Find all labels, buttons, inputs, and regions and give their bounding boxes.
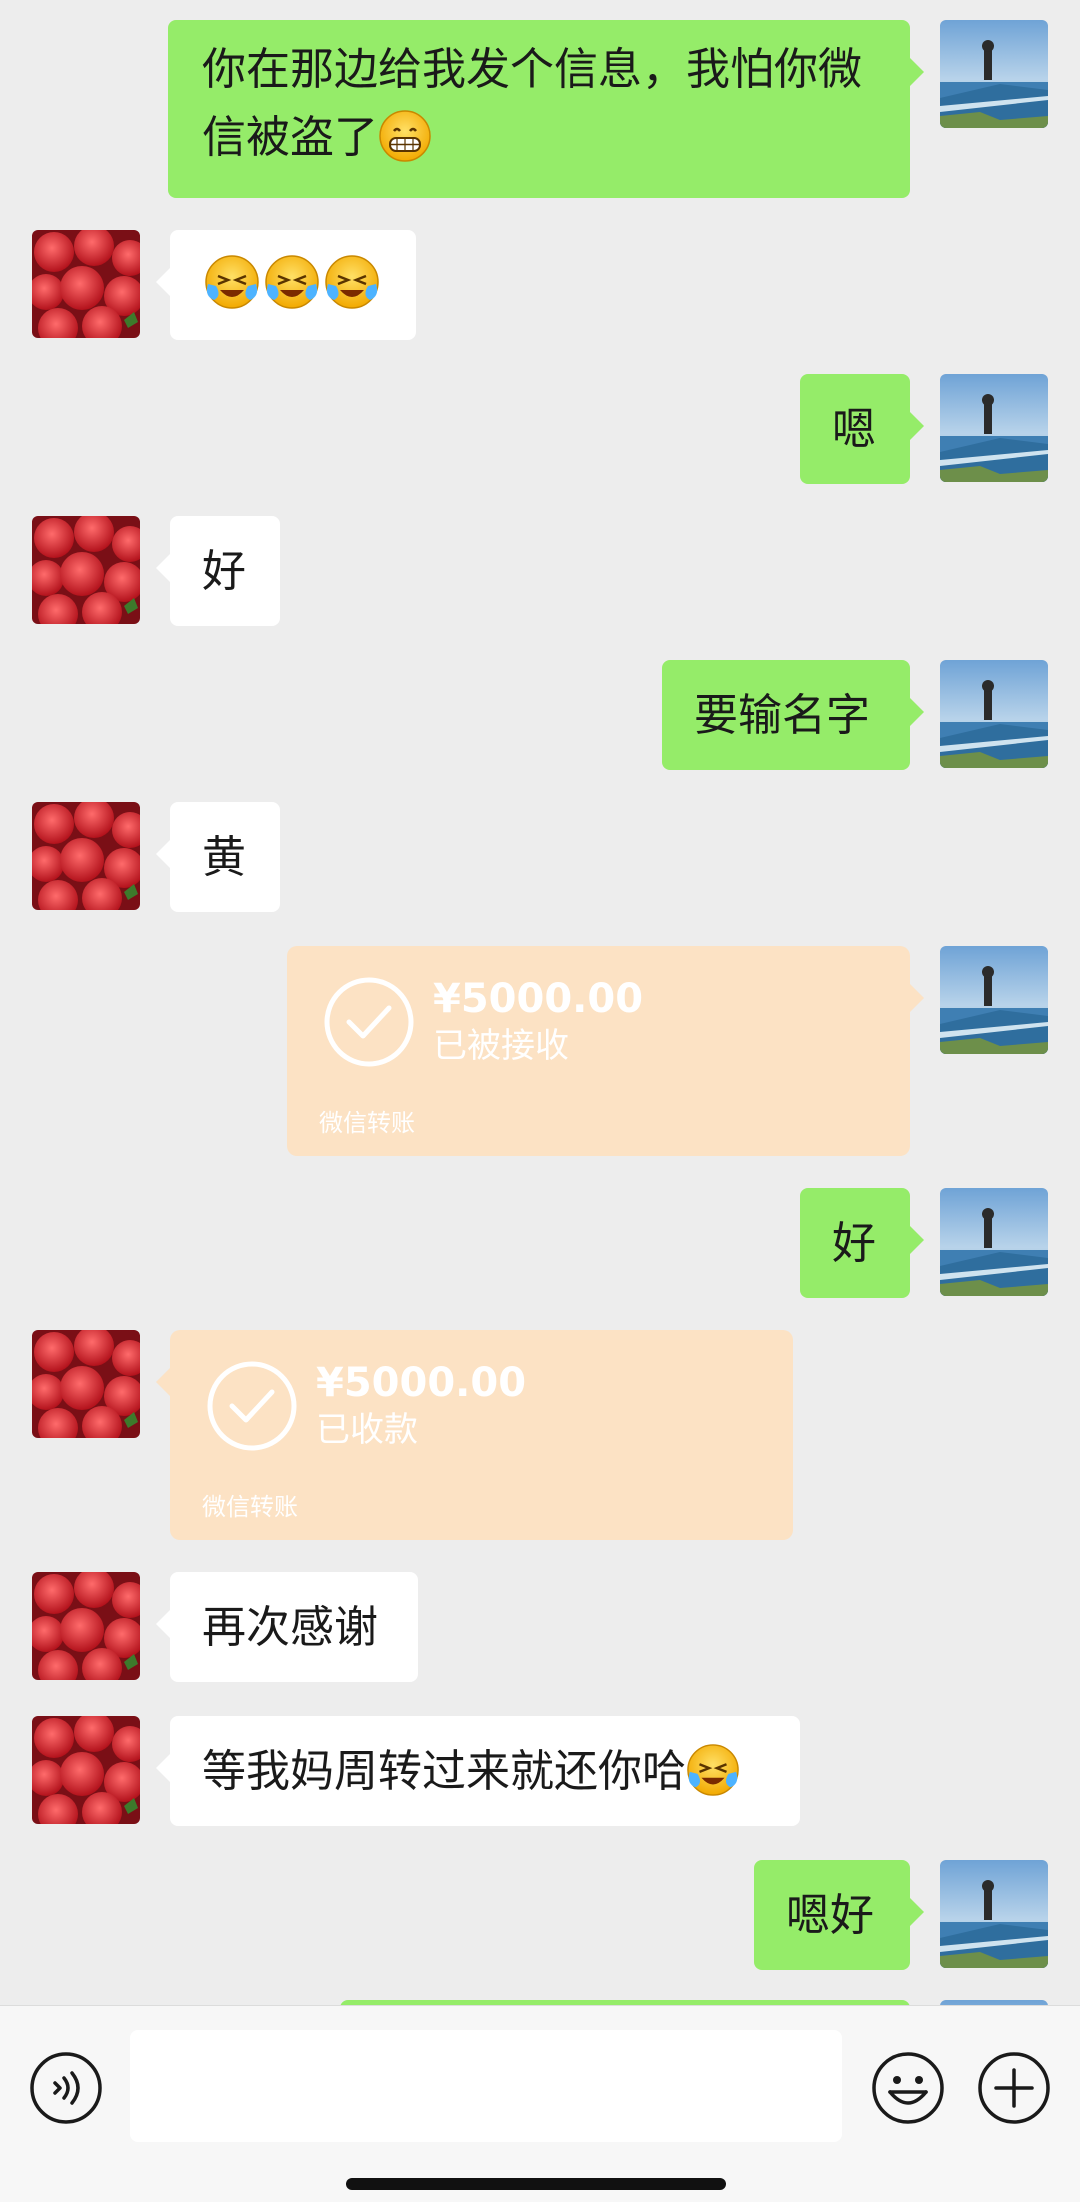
chat-message-list[interactable]: 你在那边给我发个信息，我怕你微信被盗了 嗯 好 要输名字 黄 ¥5000.00 … — [0, 0, 1080, 2005]
message-input[interactable] — [130, 2030, 842, 2142]
contact-avatar[interactable] — [32, 1572, 140, 1680]
transfer-label: 微信转账 — [202, 1493, 298, 1521]
contact-avatar[interactable] — [32, 230, 140, 338]
message-text: 黄 — [202, 832, 246, 883]
message-bubble-outgoing[interactable]: 你在那边给我发个信息，我怕你微信被盗了 — [168, 20, 924, 198]
chat-input-bar — [0, 2005, 1080, 2202]
my-avatar[interactable] — [940, 374, 1048, 482]
checkmark-circle-icon — [207, 1361, 297, 1451]
message-bubble-outgoing[interactable]: 嗯 — [800, 374, 924, 484]
checkmark-circle-icon — [324, 977, 414, 1067]
message-bubble-outgoing[interactable]: 要输名字 — [662, 660, 924, 770]
transfer-label: 微信转账 — [319, 1109, 415, 1137]
message-bubble-outgoing[interactable]: 嗯好 — [754, 1860, 924, 1970]
message-text: 好 — [202, 546, 246, 597]
message-bubble-incoming[interactable]: 等我妈周转过来就还你哈 — [156, 1716, 800, 1826]
my-avatar[interactable] — [940, 20, 1048, 128]
crying-laughing-emoji-icon — [687, 1744, 739, 1796]
plus-icon[interactable] — [976, 2050, 1052, 2126]
my-avatar[interactable] — [940, 660, 1048, 768]
my-avatar[interactable] — [940, 1860, 1048, 1968]
message-bubble-incoming[interactable] — [156, 230, 416, 340]
my-avatar[interactable] — [940, 1188, 1048, 1296]
transfer-amount: ¥5000.00 — [433, 976, 644, 1022]
message-text: 要输名字 — [694, 690, 870, 741]
home-indicator — [346, 2178, 726, 2190]
voice-icon[interactable] — [28, 2050, 104, 2126]
message-bubble-outgoing[interactable]: 好 — [800, 1188, 924, 1298]
emoji-face-icon[interactable] — [870, 2050, 946, 2126]
message-bubble-incoming[interactable]: 再次感谢 — [156, 1572, 418, 1682]
transfer-amount: ¥5000.00 — [316, 1360, 527, 1406]
message-text: 再次感谢 — [202, 1602, 378, 1653]
contact-avatar[interactable] — [32, 1716, 140, 1824]
message-text: 好 — [832, 1218, 876, 1269]
my-avatar[interactable] — [940, 946, 1048, 1054]
transfer-card-received[interactable]: ¥5000.00 已收款 微信转账 — [156, 1330, 793, 1540]
message-bubble-incoming[interactable]: 黄 — [156, 802, 280, 912]
transfer-status: 已收款 — [316, 1410, 418, 1450]
message-text: 等我妈周转过来就还你哈 — [202, 1746, 686, 1797]
transfer-card-sent[interactable]: ¥5000.00 已被接收 微信转账 — [287, 946, 924, 1156]
crying-laughing-emoji-icon — [205, 255, 379, 309]
contact-avatar[interactable] — [32, 516, 140, 624]
message-text: 嗯好 — [786, 1890, 874, 1941]
contact-avatar[interactable] — [32, 1330, 140, 1438]
transfer-status: 已被接收 — [433, 1026, 569, 1066]
message-bubble-incoming[interactable]: 好 — [156, 516, 280, 626]
message-text: 嗯 — [832, 404, 876, 455]
grin-emoji-icon — [379, 110, 431, 162]
contact-avatar[interactable] — [32, 802, 140, 910]
message-text: 你在那边给我发个信息，我怕你微信被盗了 — [202, 44, 862, 163]
